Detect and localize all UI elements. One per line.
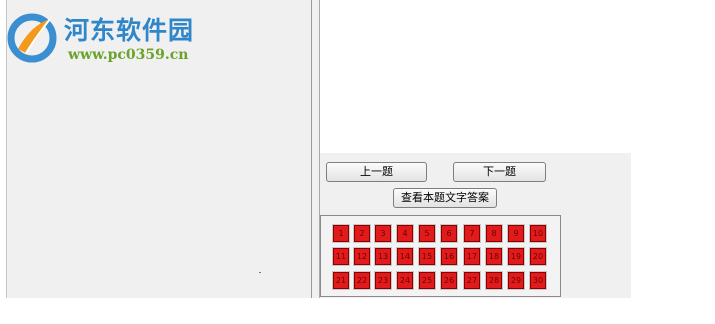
question-cell[interactable]: 29 — [507, 271, 525, 290]
question-cell[interactable]: 16 — [440, 247, 458, 266]
watermark-title: 河东软件园 — [64, 16, 195, 45]
question-cell[interactable]: 1 — [332, 224, 350, 243]
question-cell[interactable]: 5 — [418, 224, 436, 243]
watermark-url: www.pc0359.cn — [68, 47, 189, 63]
question-cell[interactable]: 9 — [507, 224, 525, 243]
question-cell[interactable]: 23 — [374, 271, 392, 290]
question-cell[interactable]: 15 — [418, 247, 436, 266]
question-cell[interactable]: 21 — [332, 271, 350, 290]
question-grid: 1 2 3 4 5 6 7 8 9 10 11 12 13 14 15 16 17 18 19 20 21 22 23 24 2… — [320, 215, 561, 297]
question-cell[interactable]: 25 — [418, 271, 436, 290]
question-cell[interactable]: 24 — [396, 271, 414, 290]
content-area — [320, 0, 631, 153]
view-text-answer-button[interactable]: 查看本题文字答案 — [393, 188, 497, 208]
question-cell[interactable]: 4 — [396, 224, 414, 243]
question-cell[interactable]: 19 — [507, 247, 525, 266]
question-cell[interactable]: 27 — [463, 271, 481, 290]
prev-question-button[interactable]: 上一题 — [326, 162, 427, 182]
question-cell[interactable]: 3 — [374, 224, 392, 243]
question-cell[interactable]: 2 — [353, 224, 371, 243]
next-question-button[interactable]: 下一题 — [453, 162, 546, 182]
question-cell[interactable]: 10 — [529, 224, 547, 243]
question-cell[interactable]: 8 — [485, 224, 503, 243]
question-cell[interactable]: 17 — [463, 247, 481, 266]
question-control-panel: 上一题 下一题 查看本题文字答案 1 2 3 4 5 6 7 8 9 10 11 12 13 14 15 16… — [320, 153, 631, 298]
question-cell[interactable]: 18 — [485, 247, 503, 266]
panel-splitter[interactable] — [312, 0, 320, 298]
question-cell[interactable]: 7 — [463, 224, 481, 243]
question-cell[interactable]: 20 — [529, 247, 547, 266]
stray-dot — [259, 272, 261, 273]
question-cell[interactable]: 26 — [440, 271, 458, 290]
question-cell[interactable]: 14 — [396, 247, 414, 266]
question-cell[interactable]: 6 — [440, 224, 458, 243]
question-cell[interactable]: 12 — [353, 247, 371, 266]
question-cell[interactable]: 30 — [529, 271, 547, 290]
watermark: 河东软件园 www.pc0359.cn — [4, 9, 214, 69]
question-cell[interactable]: 11 — [332, 247, 350, 266]
question-cell[interactable]: 28 — [485, 271, 503, 290]
pc0359-logo-icon — [7, 13, 57, 63]
question-cell[interactable]: 22 — [353, 271, 371, 290]
question-cell[interactable]: 13 — [374, 247, 392, 266]
